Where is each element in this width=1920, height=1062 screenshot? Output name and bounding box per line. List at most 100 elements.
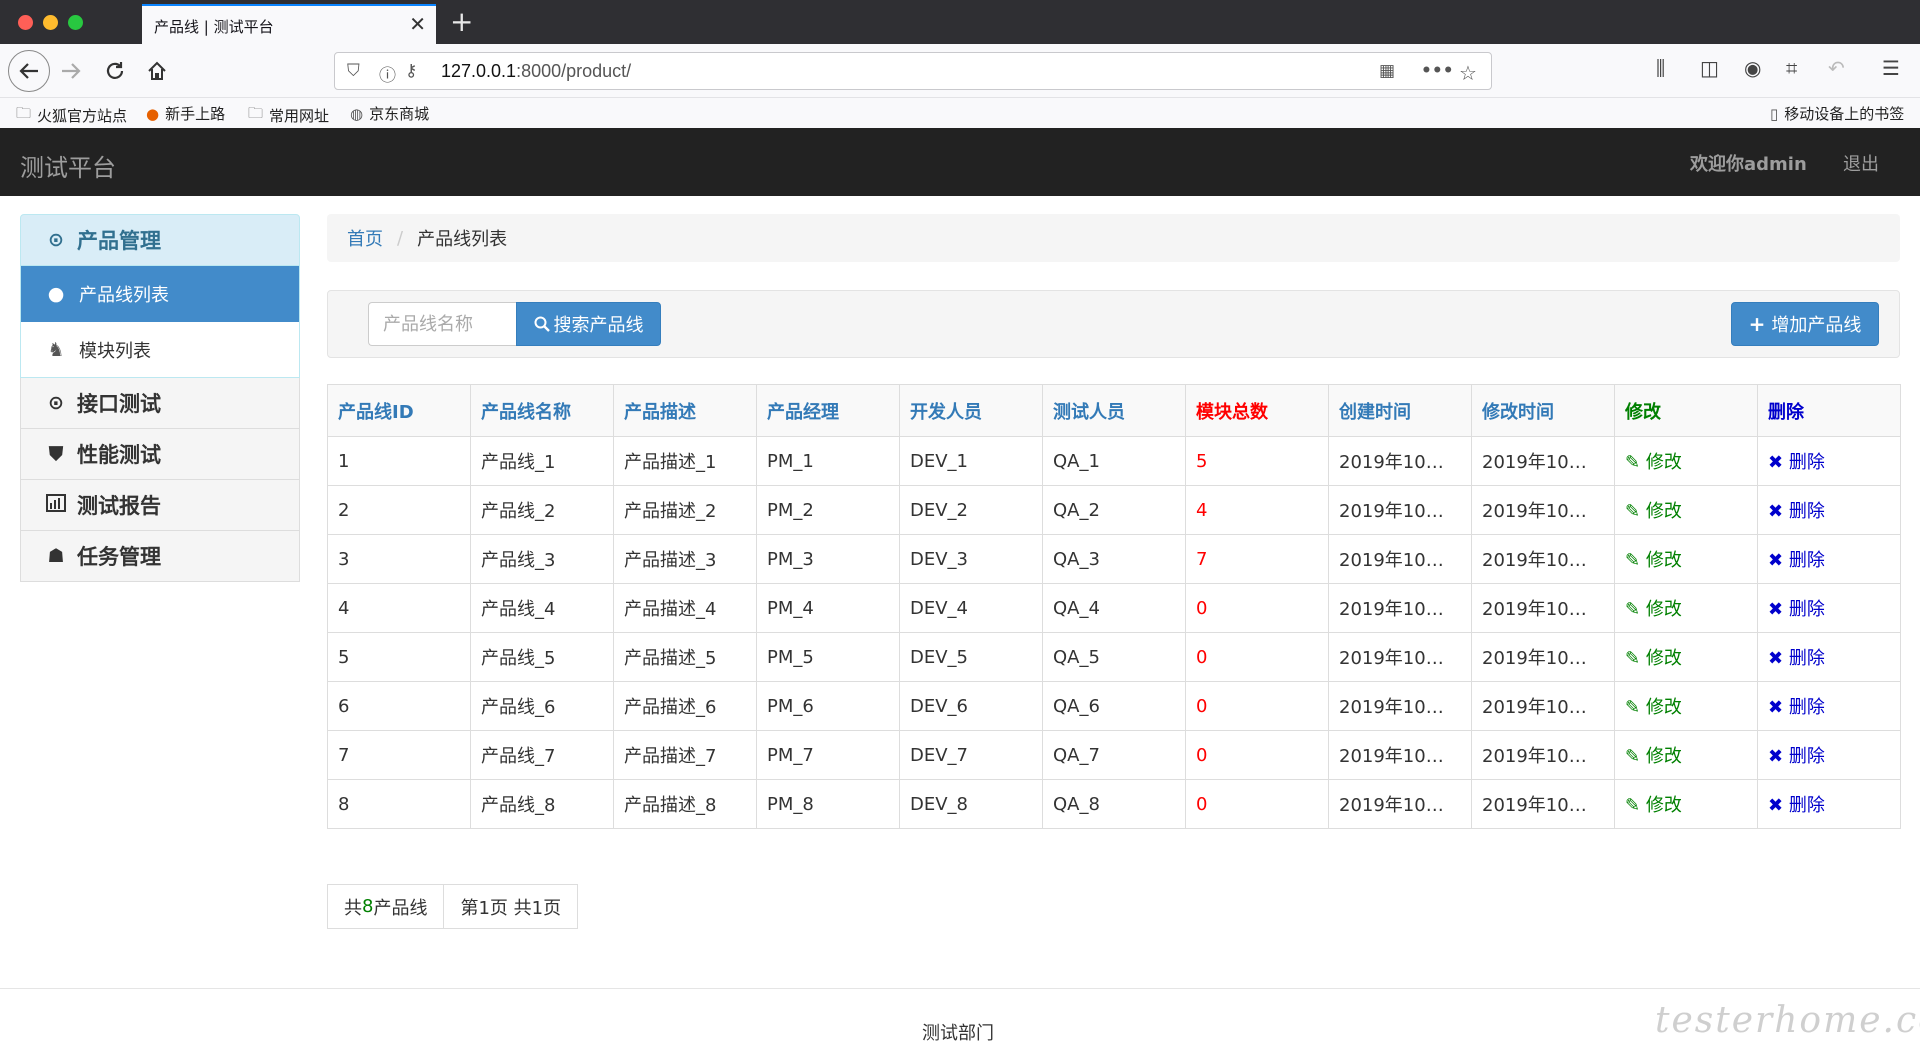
table-cell: QA_8 <box>1042 779 1186 829</box>
search-button[interactable]: 搜索产品线 <box>516 302 661 346</box>
edit-link[interactable]: ✎ 修改 <box>1625 501 1682 522</box>
table-cell: 2019年10月… <box>1328 583 1472 633</box>
sidebar-item-test-report[interactable]: 测试报告 <box>20 480 300 531</box>
browser-tab-bar: 产品线 | 测试平台 ✕ + <box>0 0 1920 44</box>
edit-link[interactable]: ✎ 修改 <box>1625 648 1682 669</box>
sidebar-item-task-mgmt[interactable]: ☗ 任务管理 <box>20 531 300 582</box>
footer: 测试部门 <box>0 988 1920 1062</box>
table-cell: PM_2 <box>756 485 900 535</box>
forward-button[interactable] <box>52 52 90 90</box>
plus-icon: + <box>1748 312 1766 336</box>
bookmark-item[interactable]: 🗀 火狐官方站点 <box>16 103 127 128</box>
delete-link[interactable]: ✖ 删除 <box>1768 746 1825 767</box>
edit-icon: ✎ <box>1625 746 1641 767</box>
edit-link[interactable]: ✎ 修改 <box>1625 452 1682 473</box>
table-cell: 产品描述_7 <box>613 730 757 780</box>
table-header-cell: 产品经理 <box>756 384 900 437</box>
table-cell: 7 <box>327 730 471 780</box>
table-cell: 2019年10月… <box>1328 779 1472 829</box>
delete-link[interactable]: ✖ 删除 <box>1768 648 1825 669</box>
table-cell: 5 <box>1185 436 1329 486</box>
breadcrumb-home[interactable]: 首页 <box>347 225 383 251</box>
edit-link[interactable]: ✎ 修改 <box>1625 746 1682 767</box>
sidebar-item-product-list[interactable]: ● 产品线列表 <box>20 266 300 322</box>
tab-title: 产品线 | 测试平台 <box>154 18 274 36</box>
screenshot-crop-icon[interactable]: ⌗ <box>1786 56 1797 80</box>
sidebar-item-api-test[interactable]: ⊙ 接口测试 <box>20 378 300 429</box>
delete-link[interactable]: ✖ 删除 <box>1768 697 1825 718</box>
home-button[interactable] <box>138 52 176 90</box>
table-cell: 产品线_4 <box>470 583 614 633</box>
delete-link[interactable]: ✖ 删除 <box>1768 452 1825 473</box>
window-close-button[interactable] <box>18 15 33 30</box>
table-cell: DEV_7 <box>899 730 1043 780</box>
delete-link[interactable]: ✖ 删除 <box>1768 550 1825 571</box>
logout-link[interactable]: 退出 <box>1843 150 1879 176</box>
firefox-icon: ● <box>146 104 160 123</box>
more-actions-icon[interactable]: ••• <box>1421 61 1454 81</box>
account-icon[interactable]: ◉ <box>1744 56 1761 80</box>
brand-title[interactable]: 测试平台 <box>20 148 116 183</box>
table-cell: 2019年10月… <box>1471 436 1615 486</box>
edit-label: 修改 <box>1645 746 1682 767</box>
url-text[interactable]: 127.0.0.1:8000/product/ <box>441 61 631 82</box>
breadcrumb: 首页 / 产品线列表 <box>327 214 1900 262</box>
url-bar[interactable]: ⛉ ⓘ ⚷ 127.0.0.1:8000/product/ ▦ ••• ☆ <box>334 52 1492 90</box>
table-cell: QA_1 <box>1042 436 1186 486</box>
bookmark-item[interactable]: ● 新手上路 <box>146 103 225 124</box>
library-icon[interactable]: ⫼ <box>1656 56 1665 80</box>
edit-link[interactable]: ✎ 修改 <box>1625 599 1682 620</box>
search-input[interactable] <box>368 302 516 346</box>
edit-cell: ✎ 修改 <box>1614 779 1758 829</box>
sidebar-toggle-icon[interactable]: ◫ <box>1700 56 1719 80</box>
add-button-label: 增加产品线 <box>1771 315 1862 336</box>
table-cell: 产品线_6 <box>470 681 614 731</box>
edit-label: 修改 <box>1645 648 1682 669</box>
browser-tab-active[interactable]: 产品线 | 测试平台 ✕ <box>142 4 436 44</box>
edit-link[interactable]: ✎ 修改 <box>1625 795 1682 816</box>
window-zoom-button[interactable] <box>68 15 83 30</box>
bookmark-item[interactable]: 🗀 常用网址 <box>248 103 329 128</box>
reload-button[interactable] <box>96 52 134 90</box>
window-minimize-button[interactable] <box>43 15 58 30</box>
table-cell: 2019年10月… <box>1471 730 1615 780</box>
edit-cell: ✎ 修改 <box>1614 583 1758 633</box>
watermark: testerhome.com <box>1655 1000 1920 1041</box>
edit-link[interactable]: ✎ 修改 <box>1625 550 1682 571</box>
sidebar-panel-product[interactable]: ⊙ 产品管理 <box>20 214 300 266</box>
total-count-value: 8 <box>362 896 374 917</box>
tab-close-icon[interactable]: ✕ <box>409 12 426 36</box>
edit-icon: ✎ <box>1625 452 1641 473</box>
apple-icon: ● <box>47 283 65 305</box>
table-cell: QA_4 <box>1042 583 1186 633</box>
key-icon[interactable]: ⚷ <box>405 61 417 81</box>
bookmark-item[interactable]: ◍ 京东商城 <box>350 103 429 124</box>
table-cell: 7 <box>1185 534 1329 584</box>
sidebar-item-perf-test[interactable]: ⛊ 性能测试 <box>20 429 300 480</box>
delete-link[interactable]: ✖ 删除 <box>1768 599 1825 620</box>
welcome-user[interactable]: 欢迎你admin <box>1690 150 1807 176</box>
home-icon <box>148 61 166 80</box>
sidebar-item-label: 接口测试 <box>77 392 161 416</box>
table-cell: PM_1 <box>756 436 900 486</box>
add-product-line-button[interactable]: + 增加产品线 <box>1731 302 1879 346</box>
sidebar-item-module-list[interactable]: ♞ 模块列表 <box>20 322 300 378</box>
edit-label: 修改 <box>1645 501 1682 522</box>
mobile-bookmarks[interactable]: ▯ 移动设备上的书签 <box>1770 103 1904 124</box>
close-icon: ✖ <box>1768 746 1784 767</box>
delete-link[interactable]: ✖ 删除 <box>1768 795 1825 816</box>
hamburger-menu-icon[interactable]: ☰ <box>1882 56 1900 80</box>
table-cell: QA_3 <box>1042 534 1186 584</box>
qr-code-icon[interactable]: ▦ <box>1379 61 1395 81</box>
shield-icon[interactable]: ⛉ <box>347 61 360 81</box>
edit-link[interactable]: ✎ 修改 <box>1625 697 1682 718</box>
table-row: 8 产品线_8 产品描述_8 PM_8 DEV_8 QA_8 0 2019年10月… 2019年… <box>327 779 1901 829</box>
info-icon[interactable]: ⓘ <box>379 61 396 86</box>
delete-link[interactable]: ✖ 删除 <box>1768 501 1825 522</box>
back-button[interactable] <box>8 50 50 92</box>
table-cell: DEV_5 <box>899 632 1043 682</box>
new-tab-button[interactable]: + <box>450 4 473 40</box>
undo-icon[interactable]: ↶ <box>1828 56 1845 80</box>
table-row: 5 产品线_5 产品描述_5 PM_5 DEV_5 QA_5 0 2019年10月… 2019年… <box>327 632 1901 682</box>
bookmark-star-icon[interactable]: ☆ <box>1459 61 1477 85</box>
